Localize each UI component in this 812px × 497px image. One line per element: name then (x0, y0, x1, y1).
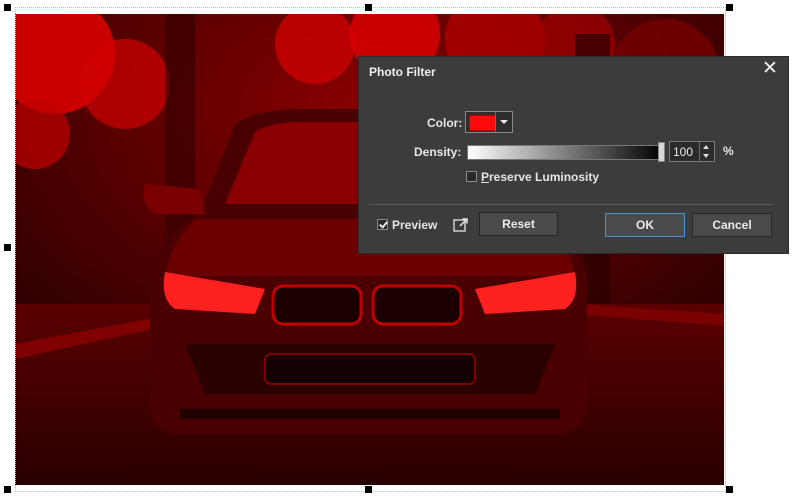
preview-label[interactable]: Preview (392, 218, 437, 232)
color-label: Color: (427, 116, 463, 130)
density-slider-thumb[interactable] (658, 142, 665, 162)
density-spin[interactable] (699, 142, 714, 161)
close-icon[interactable]: ✕ (760, 59, 780, 79)
resize-handle-bottom-left[interactable] (4, 486, 11, 493)
cancel-button[interactable]: Cancel (692, 213, 772, 237)
resize-handle-top-left[interactable] (4, 4, 11, 11)
color-picker[interactable] (465, 111, 513, 133)
resize-handle-left[interactable] (4, 244, 11, 251)
resize-handle-top-right[interactable] (726, 4, 733, 11)
open-external-icon[interactable] (453, 217, 469, 233)
reset-button[interactable]: Reset (479, 212, 558, 236)
ok-button[interactable]: OK (605, 213, 685, 237)
resize-handle-bottom-right[interactable] (726, 486, 733, 493)
divider (369, 204, 773, 205)
density-slider-track[interactable] (467, 145, 663, 160)
preserve-luminosity-checkbox[interactable] (466, 171, 477, 182)
preserve-luminosity-label[interactable]: Preserve Luminosity (481, 170, 599, 184)
density-stepper[interactable]: 100 (669, 141, 715, 162)
resize-handle-bottom[interactable] (365, 486, 372, 493)
color-chip (469, 115, 496, 131)
chevron-down-icon[interactable] (495, 112, 512, 132)
density-unit: % (723, 144, 734, 158)
density-value[interactable]: 100 (673, 145, 693, 159)
photo-filter-dialog: Photo Filter ✕ Color: Density: 100 % Pre… (358, 56, 789, 254)
resize-handle-top[interactable] (365, 4, 372, 11)
spin-down-icon[interactable] (703, 154, 709, 158)
density-label: Density: (414, 145, 462, 159)
dialog-title: Photo Filter (369, 65, 436, 79)
preview-checkbox[interactable] (377, 219, 388, 230)
spin-up-icon[interactable] (703, 145, 709, 149)
